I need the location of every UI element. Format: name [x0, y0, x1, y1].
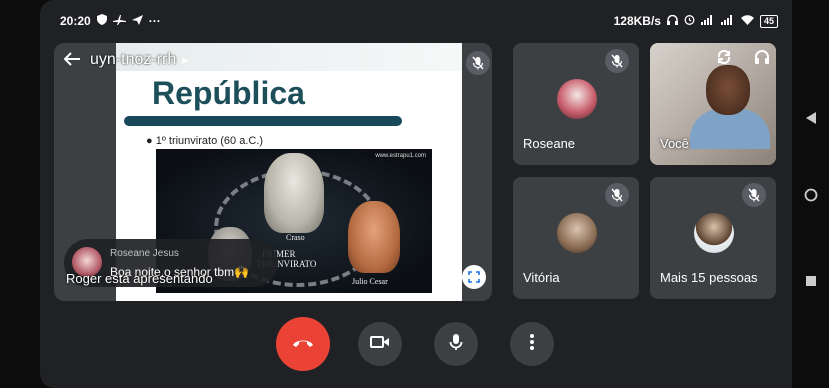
call-controls	[40, 317, 792, 376]
send-icon	[131, 14, 143, 28]
meeting-code[interactable]: uyn-tnoz-rrh	[90, 51, 176, 69]
meet-screen: 20:20 ··· 128KB/s 45 República ● 1º triu…	[40, 0, 792, 388]
presentation-tile[interactable]: República ● 1º triunvirato (60 a.C.) www…	[54, 43, 492, 301]
presenter-label: Roger está apresentando	[66, 271, 213, 286]
back-arrow-icon[interactable]	[54, 49, 90, 72]
self-face	[706, 65, 750, 115]
mic-off-icon	[605, 183, 629, 207]
participant-tile-vitoria[interactable]: Vitória	[513, 177, 639, 299]
nav-home-icon[interactable]	[792, 188, 829, 202]
airplane-icon	[112, 14, 126, 28]
participant-name: Você	[660, 136, 689, 151]
label-crasso: Craso	[286, 233, 305, 242]
chevron-right-icon[interactable]: ▸	[182, 53, 188, 67]
bust-crasso	[264, 153, 324, 233]
bust-julio	[348, 201, 400, 273]
shield-icon	[96, 14, 107, 28]
participant-name: Mais 15 pessoas	[660, 270, 758, 285]
end-call-button[interactable]	[276, 317, 330, 371]
fullscreen-icon[interactable]	[462, 265, 486, 289]
clock: 20:20	[60, 14, 91, 28]
status-bar: 20:20 ··· 128KB/s 45	[40, 0, 792, 40]
label-julio: Julio Cesar	[352, 277, 388, 286]
meeting-header: uyn-tnoz-rrh ▸	[54, 43, 492, 77]
slide-bullet: ● 1º triunvirato (60 a.C.)	[146, 135, 264, 147]
headphones-icon	[666, 14, 678, 28]
nav-recents-icon[interactable]	[792, 276, 829, 286]
alarm-icon	[684, 14, 695, 28]
participant-tile-more[interactable]: Mais 15 pessoas	[650, 177, 776, 299]
android-nav-bar	[792, 0, 829, 388]
participant-name: Vitória	[523, 270, 560, 285]
avatar	[557, 213, 597, 253]
participant-tile-self[interactable]: Você	[650, 43, 776, 165]
site-watermark: www.estrapu1.com	[375, 153, 426, 159]
overflow-dots: ···	[148, 14, 161, 28]
microphone-icon	[449, 333, 463, 356]
signal-icon-2	[720, 14, 735, 28]
signal-icon	[700, 14, 715, 28]
battery-icon: 45	[759, 14, 778, 28]
more-options-button[interactable]	[510, 322, 554, 366]
participant-tile-roseane[interactable]: Roseane	[513, 43, 639, 165]
audio-output-icon[interactable]	[754, 49, 770, 70]
net-speed: 128KB/s	[613, 14, 661, 28]
avatar	[557, 79, 597, 119]
video-camera-icon	[370, 335, 390, 354]
avatar	[694, 213, 734, 253]
mic-off-icon	[605, 49, 629, 73]
more-vert-icon	[530, 333, 534, 355]
slide-title: República	[152, 75, 305, 111]
microphone-button[interactable]	[434, 322, 478, 366]
hang-up-icon	[292, 335, 314, 353]
slide-divider	[124, 116, 402, 126]
self-shirt	[690, 109, 770, 149]
switch-camera-icon[interactable]	[716, 49, 732, 70]
wifi-icon	[740, 14, 754, 28]
participant-name: Roseane	[523, 136, 576, 151]
mic-off-icon	[466, 51, 490, 75]
nav-back-icon[interactable]	[792, 112, 829, 124]
camera-button[interactable]	[358, 322, 402, 366]
mic-off-icon	[742, 183, 766, 207]
chat-sender: Roseane Jesus	[110, 248, 179, 259]
